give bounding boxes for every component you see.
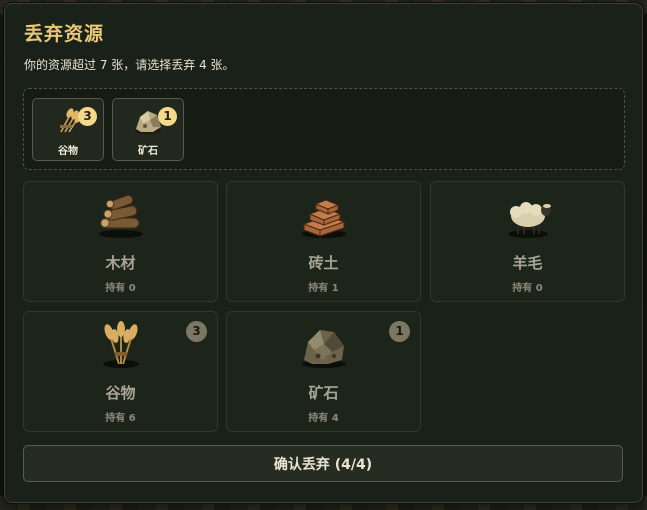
resource-name: 木材 [105, 254, 136, 272]
confirm-discard-button[interactable]: 确认丢弃 (4/4) [23, 445, 623, 482]
brick-icon [302, 199, 346, 238]
resource-held-count: 持有 0 [105, 283, 136, 294]
selected-chip-label: 矿石 [138, 146, 158, 157]
resource-name: 谷物 [105, 384, 136, 402]
resource-held-count: 持有 4 [308, 413, 339, 424]
resource-held-count: 持有 1 [308, 283, 339, 294]
discard-count-badge: 1 [389, 321, 410, 342]
resource-card-ore[interactable]: 1 矿石 持有 4 [226, 311, 421, 432]
sheep-icon [508, 202, 551, 238]
resource-card-grain[interactable]: 3 谷物 持有 6 [23, 311, 218, 432]
dialog-title: 丢弃资源 [24, 23, 105, 45]
resource-card-brick[interactable]: 砖土 持有 1 [226, 181, 421, 302]
wheat-icon [103, 321, 139, 368]
selected-count-badge: 3 [78, 107, 97, 126]
resource-held-count: 持有 0 [512, 283, 543, 294]
discard-count-badge: 3 [186, 321, 207, 342]
dialog-subtitle: 你的资源超过 7 张，请选择丢弃 4 张。 [24, 58, 235, 72]
selected-discard-area: 3 谷物 1 矿石 [23, 88, 625, 170]
discard-dialog: 丢弃资源 你的资源超过 7 张，请选择丢弃 4 张。 3 谷物 1 矿石 木材 … [4, 3, 643, 503]
resource-name: 矿石 [308, 384, 339, 402]
resource-card-lumber[interactable]: 木材 持有 0 [23, 181, 218, 302]
selected-chip-ore[interactable]: 1 矿石 [112, 98, 184, 161]
resource-name: 羊毛 [512, 254, 543, 272]
ore-icon [302, 330, 346, 368]
resource-name: 砖土 [308, 254, 339, 272]
selected-count-badge: 1 [158, 107, 177, 126]
resource-card-wool[interactable]: 羊毛 持有 0 [430, 181, 625, 302]
lumber-icon [99, 194, 143, 238]
resource-held-count: 持有 6 [105, 413, 136, 424]
selected-chip-grain[interactable]: 3 谷物 [32, 98, 104, 161]
selected-chip-label: 谷物 [58, 146, 78, 157]
